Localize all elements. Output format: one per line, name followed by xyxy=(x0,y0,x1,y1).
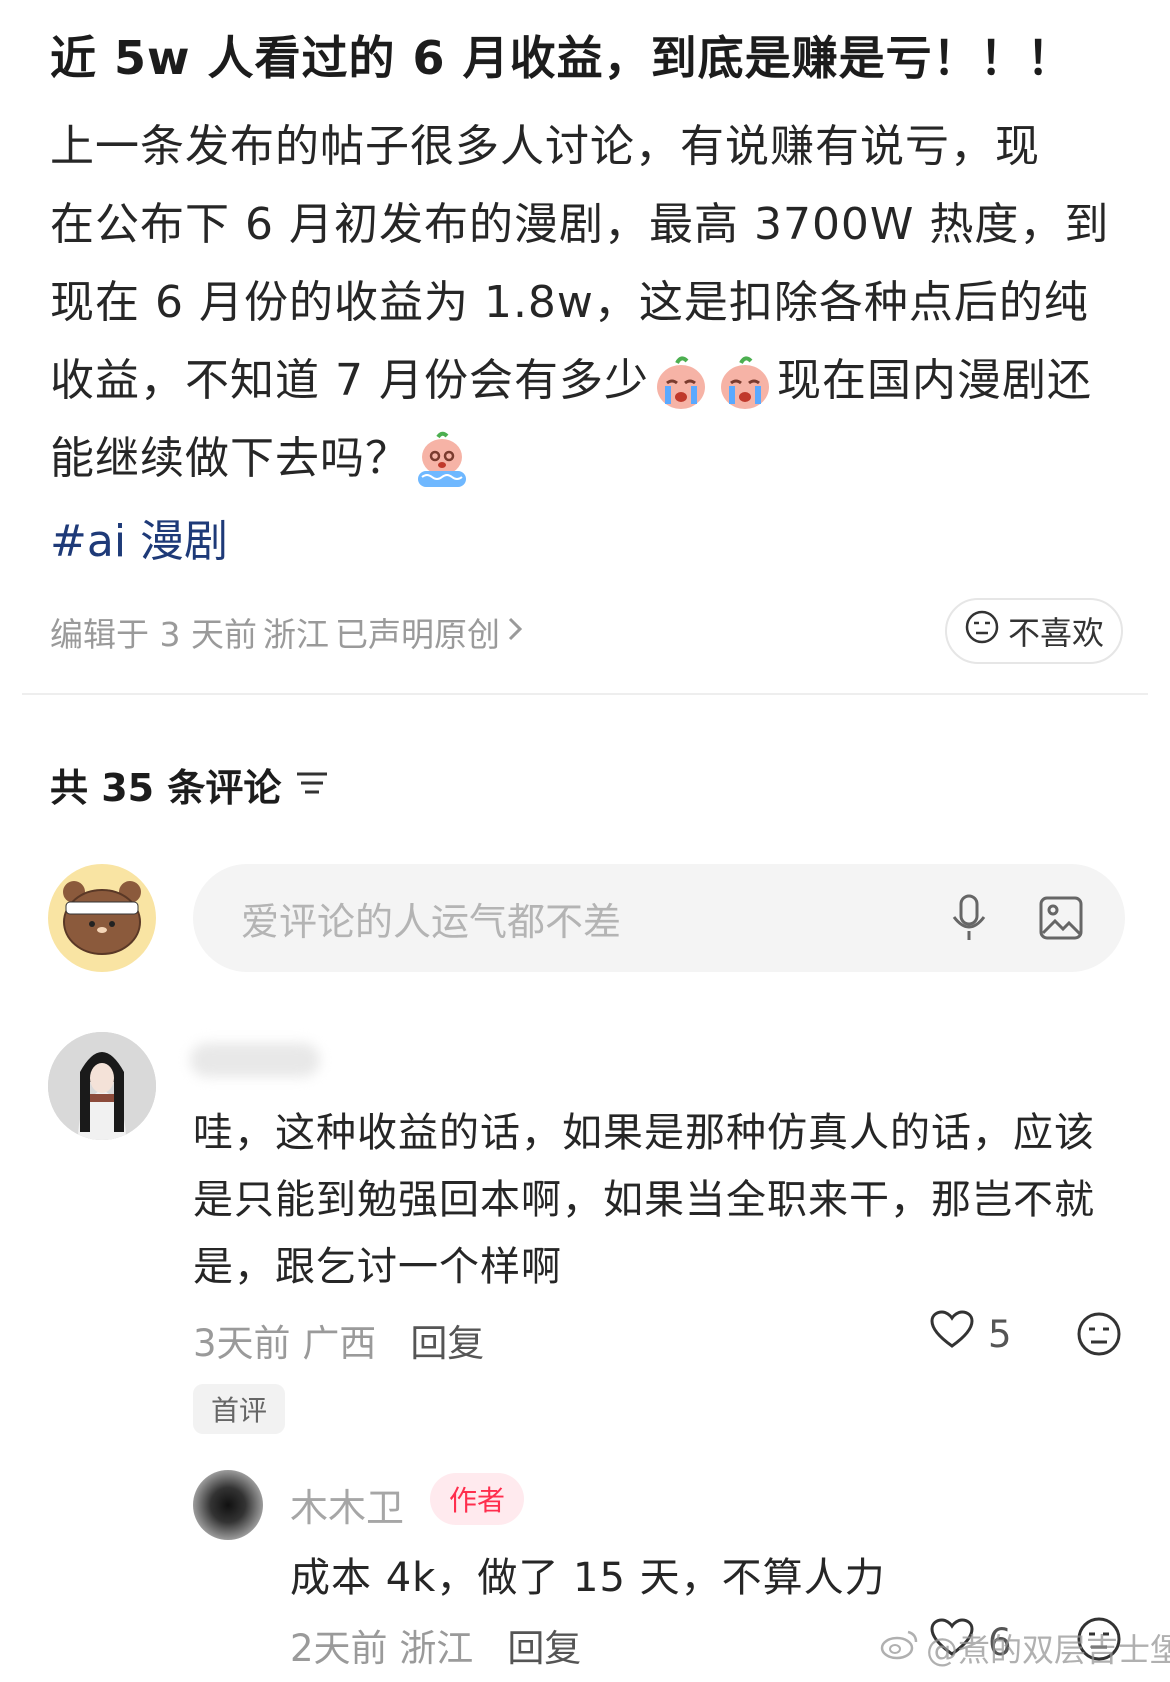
sort-icon[interactable] xyxy=(295,763,329,807)
post-body: 上一条发布的帖子很多人讨论，有说赚有说亏，现 在公布下 6 月初发布的漫剧，最高… xyxy=(50,108,1130,498)
heart-icon xyxy=(930,1310,974,1359)
sob-emoji-icon xyxy=(412,431,472,491)
author-badge: 作者 xyxy=(430,1473,524,1525)
image-icon[interactable] xyxy=(1033,890,1089,946)
divider xyxy=(22,693,1148,695)
user-avatar[interactable] xyxy=(48,864,156,972)
microphone-icon[interactable] xyxy=(941,890,997,946)
reply-location: 浙江 xyxy=(399,1627,474,1670)
commenter-name-blurred xyxy=(190,1043,320,1077)
comment-count: 共 35 条评论 xyxy=(50,757,329,812)
reply-time: 2天前 浙江 xyxy=(290,1627,474,1670)
post-body-line: 能继续做下去吗？ xyxy=(50,420,1130,498)
chevron-right-icon[interactable] xyxy=(506,612,524,652)
dislike-label: 不喜欢 xyxy=(1007,614,1104,652)
like-count: 5 xyxy=(988,1313,1012,1356)
weibo-watermark: @煮的双层吉士堡 xyxy=(880,1625,1170,1671)
post-meta: 编辑于 3 天前 浙江 已声明原创 xyxy=(50,608,524,656)
original-declaration-link[interactable]: 已声明原创 xyxy=(335,608,500,656)
comment-text: 哇，这种收益的话，如果是那种仿真人的话，应该是只能到勉强回本啊，如果当全职来干，… xyxy=(193,1110,1095,1290)
crying-emoji-icon xyxy=(715,353,775,413)
comment-input-placeholder: 爱评论的人运气都不差 xyxy=(241,899,622,944)
post-title: 近 5w 人看过的 6 月收益，到底是赚是亏！！！ xyxy=(50,31,1074,85)
edited-time: 编辑于 3 天前 xyxy=(50,615,257,654)
post-body-line: 现在 6 月份的收益为 1.8w，这是扣除各种点后的纯 xyxy=(50,277,1089,328)
reply-avatar[interactable] xyxy=(193,1470,263,1540)
post-body-line: 在公布下 6 月初发布的漫剧，最高 3700W 热度，到 xyxy=(50,199,1110,250)
post-body-line: 上一条发布的帖子很多人讨论，有说赚有说亏，现 xyxy=(50,121,1040,172)
reply-meta: 2天前 浙江 回复 xyxy=(290,1618,581,1672)
comment-meta: 3天前 广西 回复 xyxy=(193,1313,484,1367)
crying-emoji-icon xyxy=(651,353,711,413)
comment-location: 广西 xyxy=(302,1322,377,1365)
post-body-line: 收益，不知道 7 月份会有多少 现在国内漫剧还 xyxy=(50,342,1130,420)
dislike-face-icon[interactable] xyxy=(1075,1310,1125,1360)
reply-reply-button[interactable]: 回复 xyxy=(507,1618,581,1672)
post-location: 浙江 xyxy=(262,615,329,654)
weibo-logo-icon xyxy=(880,1628,920,1668)
reply-button[interactable]: 回复 xyxy=(410,1313,484,1367)
dislike-face-icon xyxy=(964,609,1000,653)
commenter-avatar[interactable] xyxy=(48,1032,156,1140)
comment-time: 3天前 广西 xyxy=(193,1322,377,1365)
dislike-button[interactable]: 不喜欢 xyxy=(945,598,1123,664)
hashtag-link[interactable]: #ai 漫剧 xyxy=(50,505,228,569)
reply-author-name[interactable]: 木木卫 xyxy=(290,1477,404,1532)
reply-text: 成本 4k，做了 15 天，不算人力 xyxy=(290,1555,886,1601)
comment-input[interactable]: 爱评论的人运气都不差 xyxy=(193,864,1125,972)
first-comment-badge: 首评 xyxy=(193,1384,285,1434)
like-button[interactable]: 5 xyxy=(930,1310,1012,1359)
